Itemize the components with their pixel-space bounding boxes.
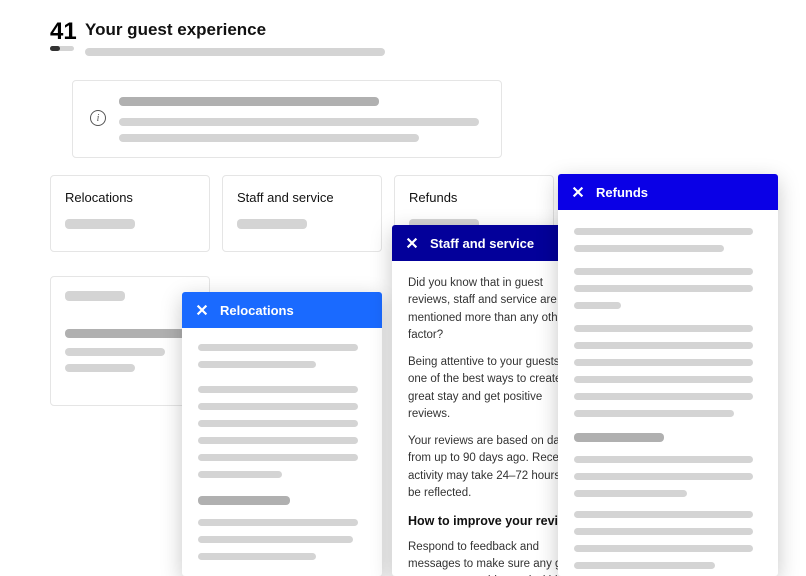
- panel-title: Staff and service: [430, 236, 534, 251]
- card-staff[interactable]: Staff and service: [222, 175, 382, 252]
- info-card: [72, 80, 502, 158]
- subtitle-placeholder: [85, 48, 385, 56]
- close-icon[interactable]: [570, 184, 586, 200]
- close-icon[interactable]: [194, 302, 210, 318]
- info-icon: i: [90, 110, 106, 126]
- panel-body: [558, 210, 778, 576]
- panel-refunds: Refunds: [558, 174, 778, 576]
- close-icon[interactable]: [404, 235, 420, 251]
- card-title: Relocations: [65, 190, 195, 205]
- score-progress: [50, 46, 74, 51]
- card-relocations[interactable]: Relocations: [50, 175, 210, 252]
- panel-title: Relocations: [220, 303, 294, 318]
- panel-body: [182, 328, 382, 576]
- panel-header: Refunds: [558, 174, 778, 210]
- panel-relocations: Relocations: [182, 292, 382, 576]
- card-title: Staff and service: [237, 190, 367, 205]
- page-title: Your guest experience: [85, 20, 266, 40]
- card-title: Refunds: [409, 190, 539, 205]
- score-value: 41: [50, 18, 77, 46]
- panel-title: Refunds: [596, 185, 648, 200]
- panel-header: Relocations: [182, 292, 382, 328]
